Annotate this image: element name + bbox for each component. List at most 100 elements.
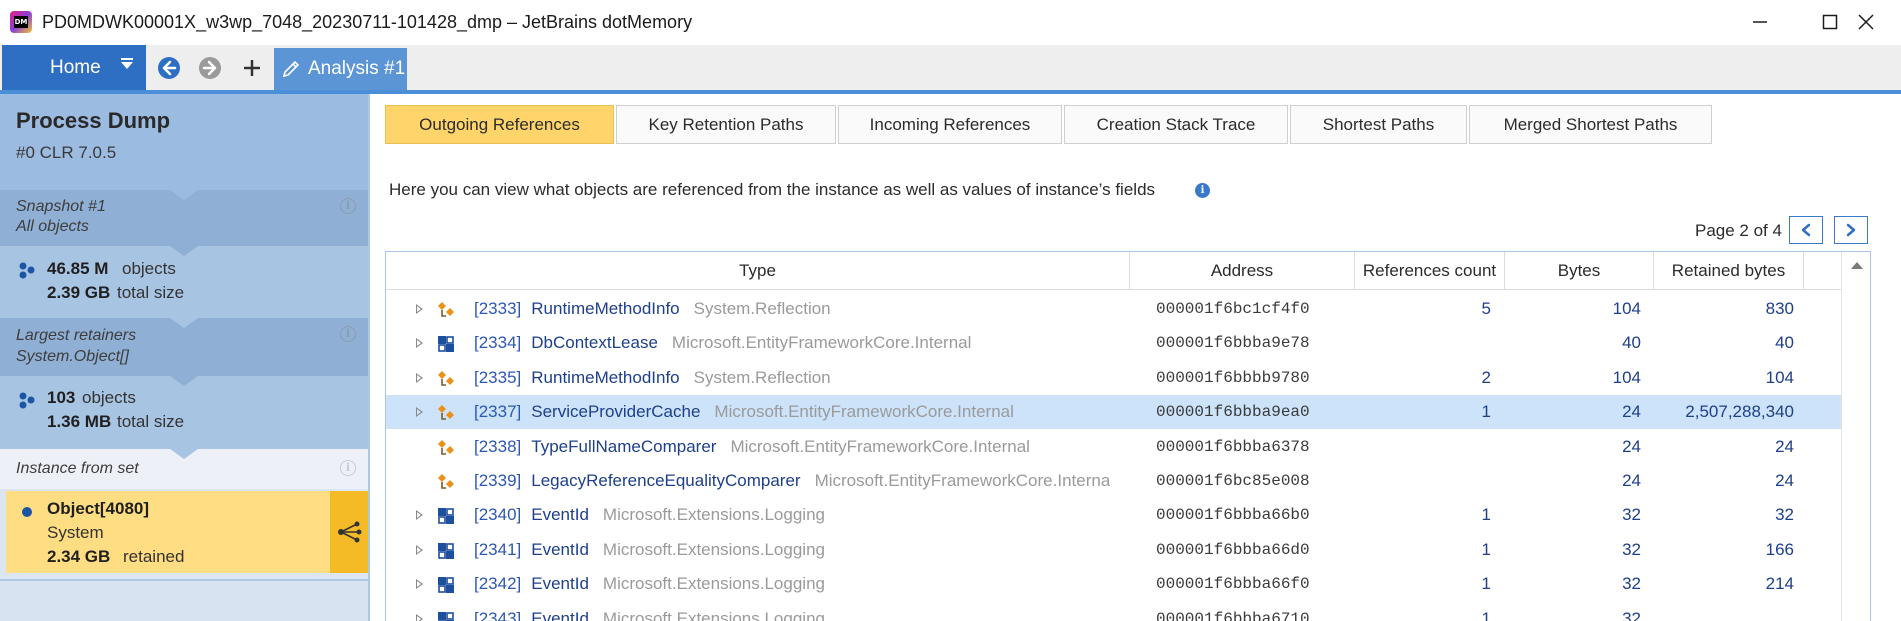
retained-bytes-cell: 24 [1775, 471, 1794, 490]
scroll-up-arrow-icon[interactable] [1851, 262, 1863, 269]
expand-arrow-icon[interactable] [416, 544, 423, 555]
object-id[interactable]: [2334] [474, 333, 521, 353]
retained-bytes-cell: 104 [1765, 367, 1794, 387]
expand-arrow-icon[interactable] [416, 579, 423, 590]
info-icon[interactable]: i [1195, 183, 1210, 198]
expand-arrow-icon[interactable] [416, 372, 423, 383]
retained-bytes-cell: 214 [1765, 574, 1794, 594]
object-id[interactable]: [2337] [474, 402, 521, 422]
back-button[interactable] [149, 45, 189, 90]
column-header-type[interactable]: Type [386, 252, 1130, 290]
type-namespace: Microsoft.EntityFrameworkCore.Internal [730, 436, 1030, 456]
column-header-address[interactable]: Address [1130, 252, 1355, 290]
forward-button[interactable] [190, 45, 230, 90]
chevron-left-icon [1801, 223, 1811, 237]
object-id[interactable]: [2338] [474, 437, 521, 457]
minimize-button[interactable] [1725, 0, 1795, 44]
share-graph-icon [338, 521, 362, 543]
previous-page-button[interactable] [1789, 216, 1823, 244]
home-dropdown-icon[interactable] [121, 62, 133, 69]
info-icon[interactable]: i [340, 460, 356, 476]
retainers-subtitle: System.Object[] [16, 348, 129, 365]
info-icon[interactable]: i [340, 198, 356, 214]
type-name: EventId [531, 608, 589, 621]
type-name: EventId [531, 505, 589, 525]
info-icon[interactable]: i [340, 326, 356, 342]
view-tabs: Outgoing References Key Retention Paths … [385, 105, 1714, 144]
process-dump-section[interactable]: Process Dump #0 CLR 7.0.5 [0, 94, 368, 190]
object-id[interactable]: [2339] [474, 471, 521, 491]
column-header-retained-bytes[interactable]: Retained bytes [1654, 252, 1804, 290]
retained-bytes-cell: 32 [1775, 505, 1794, 525]
section-pointer [170, 376, 198, 386]
pencil-icon [282, 60, 300, 78]
arrow-right-circle-icon [199, 56, 221, 79]
object-id[interactable]: [2333] [474, 299, 521, 319]
object-id[interactable]: [2341] [474, 540, 521, 560]
struct-blue-icon [436, 334, 456, 354]
expand-arrow-icon[interactable] [416, 407, 423, 418]
type-namespace: Microsoft.EntityFrameworkCore.Internal [714, 402, 1014, 422]
tab-shortest-paths[interactable]: Shortest Paths [1290, 105, 1467, 144]
tab-key-retention-paths[interactable]: Key Retention Paths [616, 105, 836, 144]
object-id[interactable]: [2335] [474, 368, 521, 388]
table-row[interactable]: [2334] DbContextLease Microsoft.EntityFram… [386, 326, 1841, 360]
references-count-cell: 1 [1481, 608, 1491, 621]
table-row[interactable]: [2335] RuntimeMethodInfo System.Reflection… [386, 361, 1841, 395]
home-dropdown-line-icon [121, 58, 133, 60]
table-header: Type Address References count Bytes Reta… [386, 252, 1870, 290]
instance-header-label: Instance from set [16, 460, 139, 477]
close-icon [1858, 14, 1874, 30]
expand-arrow-icon[interactable] [416, 510, 423, 521]
snapshot-stats[interactable] [0, 246, 368, 318]
references-count-cell: 1 [1481, 574, 1491, 594]
table-row[interactable]: [2337] ServiceProviderCache Microsoft.Enti… [386, 395, 1841, 430]
tab-creation-stack-trace[interactable]: Creation Stack Trace [1064, 105, 1288, 144]
table-row[interactable]: [2333] RuntimeMethodInfo System.Reflection… [386, 292, 1841, 326]
expand-arrow-icon[interactable] [416, 338, 423, 349]
vertical-scrollbar[interactable] [1841, 252, 1870, 621]
column-header-bytes[interactable]: Bytes [1505, 252, 1654, 290]
address-cell: 000001f6bbba9e78 [1156, 334, 1310, 353]
next-page-button[interactable] [1834, 216, 1868, 244]
table-row[interactable]: [2338] TypeFullNameComparer Microsoft.Enti… [386, 430, 1841, 464]
bytes-cell: 24 [1622, 471, 1641, 490]
snapshot-size: 2.39 GB [47, 283, 111, 302]
expand-arrow-icon[interactable] [416, 304, 423, 314]
instance-actions-button[interactable] [330, 491, 368, 573]
object-id[interactable]: [2342] [474, 574, 521, 594]
retained-bytes-cell: 830 [1765, 299, 1794, 318]
struct-blue-icon [436, 575, 456, 595]
table-row[interactable]: [2341] EventId Microsoft.Extensions.Loggin… [386, 533, 1841, 567]
type-name: LegacyReferenceEqualityComparer [531, 471, 801, 490]
chevron-right-icon [1846, 223, 1856, 237]
new-analysis-button[interactable] [232, 45, 272, 90]
retainers-objects-label: objects [82, 388, 136, 407]
type-namespace: System.Reflection [693, 299, 831, 318]
panel-empty-area [0, 579, 368, 621]
tab-incoming-references[interactable]: Incoming References [838, 105, 1062, 144]
struct-blue-icon [436, 506, 456, 526]
type-cell: [2341] EventId Microsoft.Extensions.Loggin… [474, 533, 1110, 567]
tab-outgoing-references[interactable]: Outgoing References [385, 105, 614, 144]
type-cell: [2338] TypeFullNameComparer Microsoft.Enti… [474, 430, 1110, 464]
object-id[interactable]: [2343] [474, 609, 521, 621]
object-id[interactable]: [2340] [474, 505, 521, 525]
address-cell: 000001f6bbba66f0 [1156, 575, 1310, 594]
table-row[interactable]: [2342] EventId Microsoft.Extensions.Loggin… [386, 567, 1841, 601]
table-row[interactable]: [2340] EventId Microsoft.Extensions.Loggin… [386, 498, 1841, 532]
tab-merged-shortest-paths[interactable]: Merged Shortest Paths [1469, 105, 1712, 144]
table-row[interactable]: [2339] LegacyReferenceEqualityComparer Mic… [386, 464, 1841, 498]
close-button[interactable] [1831, 0, 1901, 44]
tab-analysis[interactable]: Analysis #1 [274, 48, 407, 90]
references-count-cell [1355, 430, 1491, 464]
references-table: Type Address References count Bytes Reta… [385, 251, 1871, 621]
expand-arrow-icon[interactable] [416, 613, 423, 621]
type-namespace: Microsoft.Extensions.Logging [602, 608, 825, 621]
objects-icon [19, 392, 35, 409]
table-row[interactable]: [2343] EventId Microsoft.Extensions.Loggin… [386, 602, 1841, 621]
column-header-references-count[interactable]: References count [1355, 252, 1505, 290]
address-cell: 000001f6bc1cf4f0 [1156, 300, 1310, 318]
process-subtitle: #0 CLR 7.0.5 [16, 143, 117, 162]
class-orange-icon [436, 438, 456, 458]
